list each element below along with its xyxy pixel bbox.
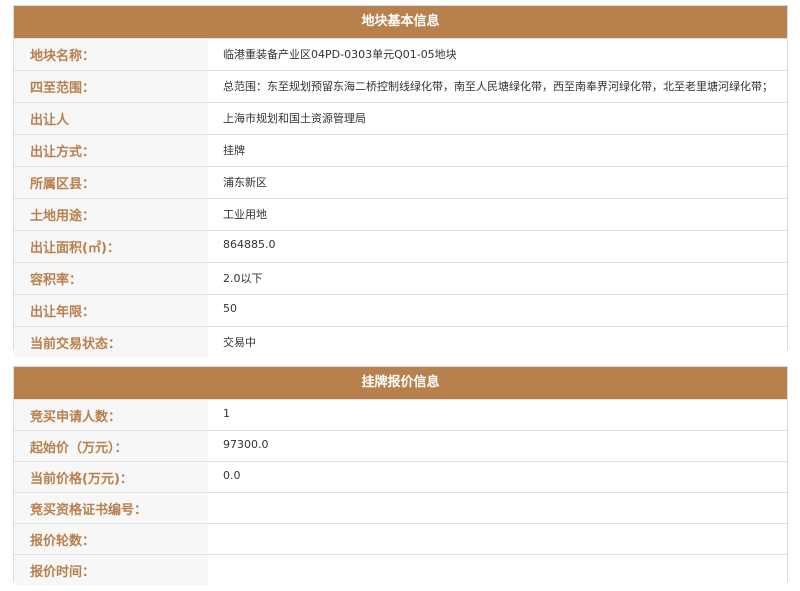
transferor-label: 出让人 (14, 103, 208, 134)
term-value: 50 (208, 295, 787, 326)
row-parcel-name: 地块名称： 临港重装备产业区04PD-0303单元Q01-05地块 (14, 38, 787, 70)
row-plot-ratio: 容积率： 2.0以下 (14, 262, 787, 294)
start-price-value: 97300.0 (208, 431, 787, 461)
current-price-value: 0.0 (208, 462, 787, 492)
row-current-price: 当前价格(万元)： 0.0 (14, 461, 787, 492)
row-certificate-no: 竞买资格证书编号： (14, 492, 787, 523)
area-value: 864885.0 (208, 231, 787, 262)
row-boundary: 四至范围： 总范围：东至规划预留东海二桥控制线绿化带，南至人民塘绿化带，西至南奉… (14, 70, 787, 102)
current-price-label: 当前价格(万元)： (14, 462, 208, 492)
certificate-no-value (208, 493, 787, 523)
row-bid-time: 报价时间： (14, 554, 787, 585)
applicants-value: 1 (208, 400, 787, 430)
plot-ratio-label: 容积率： (14, 263, 208, 294)
parcel-name-label: 地块名称： (14, 39, 208, 70)
bid-rounds-label: 报价轮数： (14, 524, 208, 554)
bid-time-value (208, 555, 787, 585)
row-applicants: 竞买申请人数： 1 (14, 399, 787, 430)
row-area: 出让面积(㎡)： 864885.0 (14, 230, 787, 262)
plot-ratio-value: 2.0以下 (208, 263, 787, 294)
row-bid-rounds: 报价轮数： (14, 523, 787, 554)
row-status: 当前交易状态： 交易中 (14, 326, 787, 358)
listing-info-header: 挂牌报价信息 (14, 367, 787, 399)
transfer-method-value: 挂牌 (208, 135, 787, 166)
land-use-value: 工业用地 (208, 199, 787, 230)
certificate-no-label: 竞买资格证书编号： (14, 493, 208, 523)
row-district: 所属区县： 浦东新区 (14, 166, 787, 198)
bid-rounds-value (208, 524, 787, 554)
applicants-label: 竞买申请人数： (14, 400, 208, 430)
area-label: 出让面积(㎡)： (14, 231, 208, 262)
boundary-value: 总范围：东至规划预留东海二桥控制线绿化带，南至人民塘绿化带，西至南奉界河绿化带，… (208, 71, 787, 102)
row-transferor: 出让人 上海市规划和国土资源管理局 (14, 102, 787, 134)
transferor-value: 上海市规划和国土资源管理局 (208, 103, 787, 134)
term-label: 出让年限： (14, 295, 208, 326)
status-label: 当前交易状态： (14, 327, 208, 358)
start-price-label: 起始价（万元）： (14, 431, 208, 461)
listing-info-panel: 挂牌报价信息 竞买申请人数： 1 起始价（万元）： 97300.0 当前价格(万… (13, 366, 788, 585)
transfer-method-label: 出让方式： (14, 135, 208, 166)
parcel-name-value: 临港重装备产业区04PD-0303单元Q01-05地块 (208, 39, 787, 70)
land-use-label: 土地用途： (14, 199, 208, 230)
district-value: 浦东新区 (208, 167, 787, 198)
row-transfer-method: 出让方式： 挂牌 (14, 134, 787, 166)
row-term: 出让年限： 50 (14, 294, 787, 326)
row-land-use: 土地用途： 工业用地 (14, 198, 787, 230)
row-start-price: 起始价（万元）： 97300.0 (14, 430, 787, 461)
parcel-info-header: 地块基本信息 (14, 6, 787, 38)
status-value: 交易中 (208, 327, 787, 358)
bid-time-label: 报价时间： (14, 555, 208, 585)
boundary-label: 四至范围： (14, 71, 208, 102)
district-label: 所属区县： (14, 167, 208, 198)
parcel-info-panel: 地块基本信息 地块名称： 临港重装备产业区04PD-0303单元Q01-05地块… (13, 5, 788, 358)
